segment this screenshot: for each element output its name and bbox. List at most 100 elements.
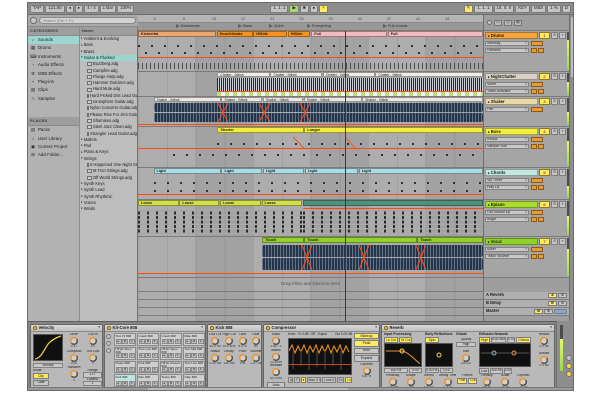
locator-quiet[interactable]: Quiet [269, 24, 284, 28]
clip-chatter-0dbpk[interactable]: Chatter - 0dbpk [323, 72, 375, 77]
device-on-led[interactable] [384, 326, 388, 330]
clip-light[interactable]: Light [359, 168, 483, 174]
show-chains-icon[interactable] [106, 334, 111, 339]
dry-wet-knob[interactable] [519, 378, 527, 386]
release-knob[interactable] [272, 368, 280, 376]
fold-icon[interactable]: ▾ [550, 326, 552, 330]
solo-button[interactable]: S [558, 293, 567, 299]
track-name[interactable]: ▸Epiano [485, 201, 538, 208]
pad-play-button[interactable]: ▸ [139, 367, 145, 372]
control-chooser[interactable]: Angle▾ [485, 217, 529, 223]
reverb-density[interactable]: Density60 % [478, 374, 495, 388]
predelay-knob[interactable] [389, 378, 397, 386]
drum-pad-snare-808[interactable]: Snare 808▸MS [114, 361, 136, 374]
device-chooser[interactable]: Sly Three▾ [485, 178, 529, 184]
solo-button[interactable]: S [558, 301, 567, 307]
clip-touch[interactable]: Touch [304, 237, 416, 243]
pad-mute-button[interactable]: M [122, 353, 128, 358]
clip-loose[interactable]: Loose [138, 200, 179, 206]
macro-pitch[interactable]: Pitch0 st [237, 350, 249, 366]
track-header-drums[interactable]: ▸Drums1S●Intensity▾Random▾ [484, 31, 569, 72]
track-activator[interactable]: M [534, 309, 543, 315]
loop-start-field[interactable]: 1. 1. 1 [474, 5, 492, 13]
diffusion-display[interactable] [479, 343, 531, 367]
pad-play-button[interactable]: ▸ [116, 367, 122, 372]
automation-value-box[interactable] [531, 254, 537, 260]
locator-full-chords[interactable]: Full chords [383, 24, 408, 28]
drum-pad-hihat-closed-808[interactable]: HiHat Closed 808▸MS [160, 361, 182, 374]
pad-play-button[interactable]: ▸ [139, 339, 145, 344]
arrangement-scrollbar[interactable] [569, 15, 573, 321]
output-label[interactable]: Output [317, 333, 327, 336]
unfold-track-icon[interactable]: ▸ [488, 130, 490, 134]
track-header-epiano[interactable]: ▸Epiano6S●Old School Ep▾Angle▾ [484, 200, 569, 237]
device-chooser[interactable]: Old School Ep▾ [485, 210, 529, 216]
device-chooser[interactable]: Redux▾ [485, 137, 529, 143]
operation-chooser[interactable]: Velocity [33, 363, 63, 368]
pad-play-button[interactable]: ▸ [162, 367, 168, 372]
automation-value-box[interactable] [538, 89, 544, 95]
automation-line[interactable] [303, 208, 483, 209]
tone-knob[interactable] [239, 337, 247, 345]
device-view-toggle[interactable] [566, 363, 572, 369]
clip-chatter-0dbpk[interactable]: Chatter - 0dbpk [270, 72, 322, 77]
automation-line[interactable] [138, 124, 483, 125]
macro-decay[interactable]: Decay530 ms [222, 350, 235, 366]
automation-value-box[interactable] [531, 82, 543, 88]
clip-hiside[interactable]: HiSide [253, 31, 287, 37]
drum-pad-tom-hi-808[interactable]: Tom Hi 808▸MS [114, 333, 136, 346]
track-activator[interactable]: 4 [539, 128, 550, 135]
footer-f-button[interactable]: F [294, 377, 299, 383]
clip-touch[interactable]: Touch [262, 237, 303, 243]
sidebar-item-add-folder[interactable]: ⊞Add Folder... [28, 151, 79, 159]
pad-solo-button[interactable]: S [152, 353, 158, 358]
sidebar-item-samples[interactable]: ∿Samples [28, 95, 79, 103]
solo-button[interactable]: S [544, 309, 553, 315]
track-header-master[interactable]: MasterMS [484, 308, 569, 316]
arm-button[interactable]: ● [559, 73, 566, 80]
drum-pad-ride-808[interactable]: Ride 808▸MS [183, 333, 205, 346]
device-on-led[interactable] [210, 326, 214, 330]
pitch-knob[interactable] [239, 354, 247, 362]
flat-button[interactable]: Flat [457, 378, 467, 384]
hot-swap-icon[interactable] [30, 17, 37, 24]
attack-knob[interactable] [211, 354, 219, 362]
arm-button[interactable]: ● [559, 32, 566, 39]
pad-solo-button[interactable]: S [152, 367, 158, 372]
control-chooser[interactable]: Track Volume▾ [485, 254, 529, 260]
sidebar-item-drums[interactable]: ▦Drums [28, 44, 79, 52]
quantization-chooser[interactable]: 1 Bar [100, 5, 117, 13]
automation-line[interactable] [138, 194, 483, 195]
sidebar-item-packs[interactable]: ▤Packs [28, 126, 79, 134]
drum-pad-crash-808[interactable]: Crash 808▸MS [160, 333, 182, 346]
high-cut-knob[interactable] [225, 337, 233, 345]
pad-play-button[interactable]: ▸ [185, 367, 191, 372]
kick-rack-title-bar[interactable]: Kick 808 [208, 325, 261, 332]
fold-icon[interactable]: ▾ [98, 326, 100, 330]
insert-marker[interactable] [345, 31, 346, 321]
mixer-toggle-icon[interactable]: ▤ [514, 20, 522, 26]
pad-mute-button[interactable]: M [122, 367, 128, 372]
diffuse-value[interactable]: 0.0 dB [534, 364, 554, 367]
pad-play-button[interactable]: ▸ [116, 339, 122, 344]
beat-time-ruler[interactable]: 59131721252933374145 [138, 15, 483, 23]
track-name[interactable]: ▸NightChatter [485, 73, 538, 80]
crossfade-curves[interactable] [302, 245, 312, 270]
shape-knob[interactable] [407, 378, 415, 386]
clip-light[interactable]: Light [305, 168, 358, 174]
pad-mute-button[interactable]: M [168, 367, 174, 372]
solo-button[interactable]: S [551, 238, 558, 245]
info-view-toggle[interactable] [566, 371, 572, 377]
ratio-knob[interactable] [272, 337, 280, 345]
pad-play-button[interactable]: ▸ [185, 339, 191, 344]
automation-value-box[interactable] [531, 247, 543, 253]
device-chooser[interactable]: Silver▾ [485, 82, 529, 88]
fold-icon[interactable]: ▾ [375, 326, 377, 330]
unfold-track-icon[interactable]: ▸ [488, 34, 490, 38]
velocity-curve-display[interactable] [33, 334, 63, 361]
clip-item[interactable] [303, 200, 483, 206]
device-chooser[interactable]: Intensity▾ [485, 41, 529, 47]
footer-env-button[interactable]: Env [337, 377, 345, 383]
pad-solo-button[interactable]: S [198, 353, 204, 358]
pad-mute-button[interactable]: M [168, 381, 174, 386]
